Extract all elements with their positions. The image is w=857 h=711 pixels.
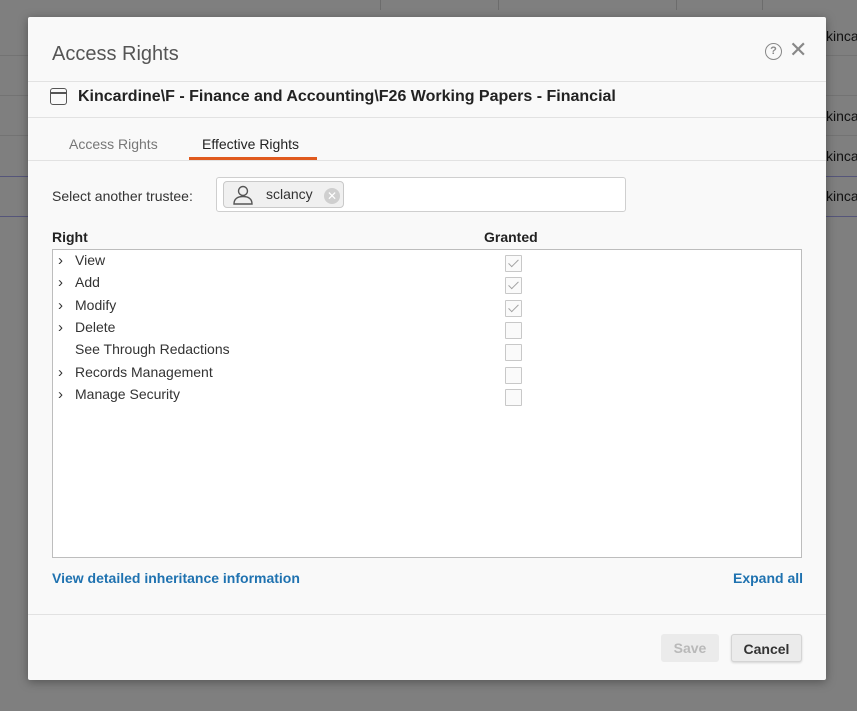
- divider: [28, 117, 826, 118]
- granted-checkbox: [505, 344, 522, 361]
- granted-checkbox: [505, 277, 522, 294]
- granted-checkbox: [505, 389, 522, 406]
- dialog-title: Access Rights: [52, 43, 179, 65]
- right-label: See Through Redactions: [75, 341, 230, 357]
- right-label: Add: [75, 274, 100, 290]
- save-button[interactable]: Save: [661, 634, 719, 662]
- bg-row-text: kinca: [826, 188, 857, 204]
- trustee-label: Select another trustee:: [52, 188, 193, 204]
- chevron-right-icon[interactable]: ›: [58, 365, 63, 381]
- tab-effective-rights[interactable]: Effective Rights: [202, 136, 299, 152]
- right-label: Manage Security: [75, 386, 181, 402]
- bg-column-separator: [762, 0, 763, 10]
- bg-row-text: kinca: [826, 148, 857, 164]
- access-rights-dialog: Access Rights ? ✕ Kincardine\F - Finance…: [28, 17, 826, 680]
- rights-row-manage-security[interactable]: › Manage Security: [53, 385, 801, 407]
- bg-row-text: kinca: [826, 108, 857, 124]
- cancel-button[interactable]: Cancel: [731, 634, 802, 662]
- remove-trustee-icon[interactable]: ✕: [324, 188, 340, 204]
- trustee-chip[interactable]: sclancy ✕: [223, 181, 344, 208]
- active-tab-indicator: [189, 157, 317, 160]
- tab-baseline: [28, 160, 826, 161]
- rights-row-add[interactable]: › Add: [53, 273, 801, 295]
- granted-checkbox: [505, 322, 522, 339]
- trustee-name: sclancy: [266, 186, 313, 202]
- column-header-granted: Granted: [484, 229, 538, 245]
- trustee-input[interactable]: sclancy ✕: [216, 177, 626, 212]
- chevron-right-icon[interactable]: ›: [58, 320, 63, 336]
- rights-list: › View › Add › Modify › Delete See Throu…: [52, 249, 802, 558]
- folder-icon: [50, 88, 67, 105]
- chevron-right-icon[interactable]: ›: [58, 298, 63, 314]
- right-label: View: [75, 252, 106, 268]
- rights-row-delete[interactable]: › Delete: [53, 318, 801, 340]
- rights-row-modify[interactable]: › Modify: [53, 296, 801, 318]
- bg-column-separator: [380, 0, 381, 10]
- chevron-right-icon[interactable]: ›: [58, 275, 63, 291]
- folder-path: Kincardine\F - Finance and Accounting\F2…: [78, 88, 616, 105]
- rights-row-see-through-redactions[interactable]: See Through Redactions: [53, 340, 801, 362]
- right-label: Records Management: [75, 364, 213, 380]
- bg-column-separator: [676, 0, 677, 10]
- user-icon: [233, 185, 253, 205]
- chevron-right-icon[interactable]: ›: [58, 253, 63, 269]
- rights-row-records-management[interactable]: › Records Management: [53, 363, 801, 385]
- right-label: Delete: [75, 319, 116, 335]
- chevron-right-icon[interactable]: ›: [58, 387, 63, 403]
- view-inheritance-link[interactable]: View detailed inheritance information: [52, 570, 300, 586]
- granted-checkbox: [505, 367, 522, 384]
- rights-row-view[interactable]: › View: [53, 251, 801, 273]
- tab-access-rights[interactable]: Access Rights: [69, 136, 158, 152]
- divider: [28, 81, 826, 82]
- granted-checkbox: [505, 255, 522, 272]
- column-header-right: Right: [52, 229, 88, 245]
- bg-column-separator: [498, 0, 499, 10]
- granted-checkbox: [505, 300, 522, 317]
- right-label: Modify: [75, 297, 117, 313]
- footer-divider: [28, 614, 826, 615]
- bg-row-text: kincardi: [826, 28, 857, 44]
- expand-all-link[interactable]: Expand all: [733, 570, 803, 586]
- close-icon[interactable]: ✕: [789, 38, 807, 62]
- help-icon[interactable]: ?: [765, 43, 782, 60]
